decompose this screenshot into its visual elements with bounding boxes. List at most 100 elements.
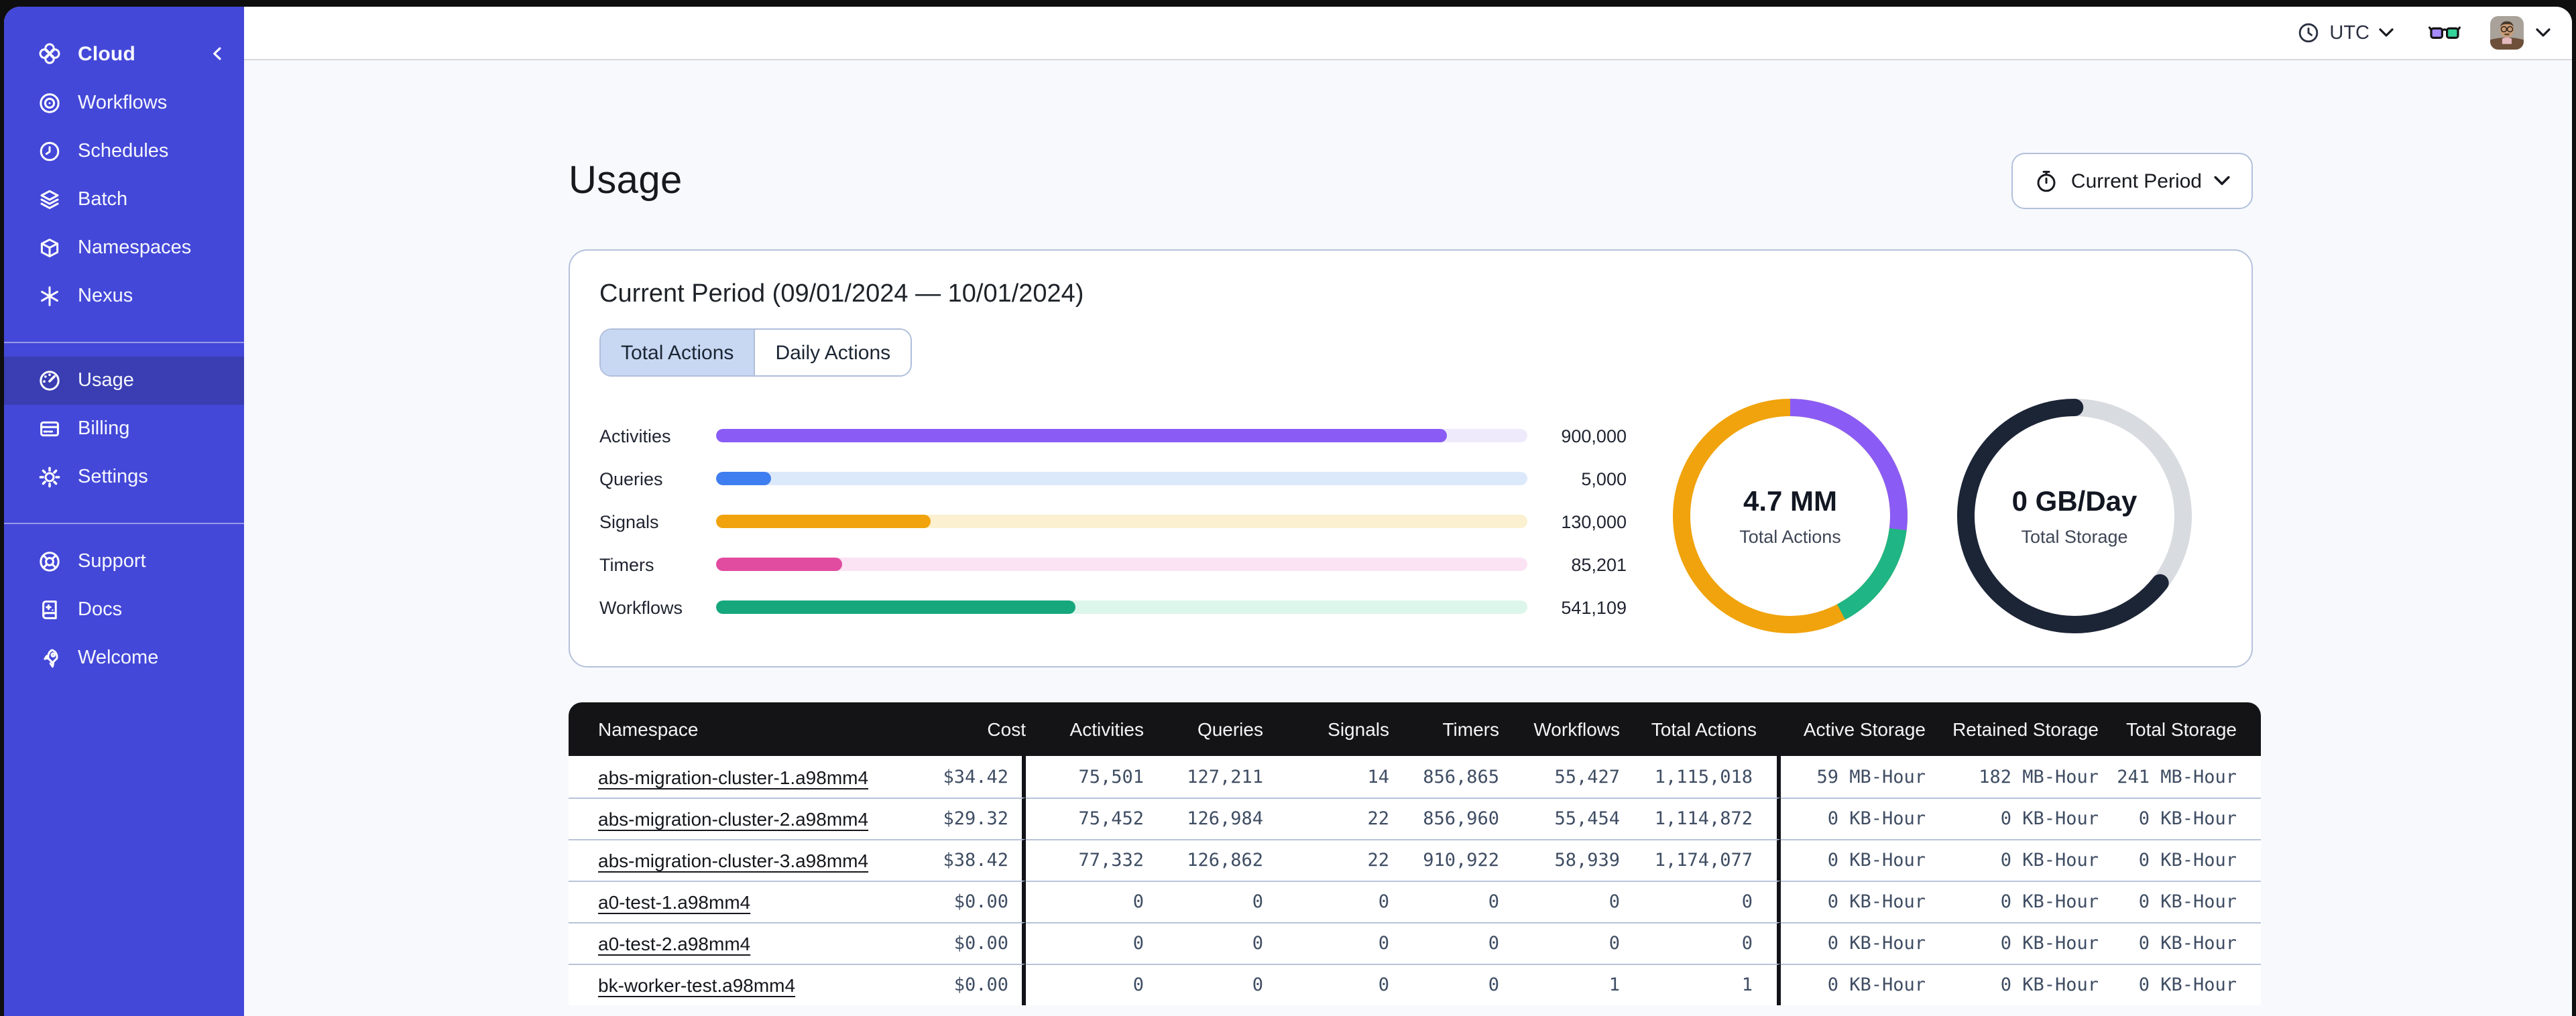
period-selector-button[interactable]: Current Period xyxy=(2011,153,2253,209)
chevron-down-icon xyxy=(2379,28,2394,38)
sidebar-item-label: Batch xyxy=(78,189,128,210)
collapse-sidebar-icon[interactable] xyxy=(207,43,228,64)
table-row: abs-migration-cluster-1.a98mm4 $34.42 75,5… xyxy=(569,756,2261,798)
cell-queries: 0 xyxy=(1144,922,1263,964)
tab-daily-actions[interactable]: Daily Actions xyxy=(754,330,911,375)
cell-activities: 0 xyxy=(1026,964,1144,1005)
sidebar-item-workflows[interactable]: Workflows xyxy=(4,79,244,127)
welcome-icon xyxy=(38,646,62,670)
cell-activities: 77,332 xyxy=(1026,839,1144,881)
cell-total_actions: 0 xyxy=(1620,922,1781,964)
cell-queries: 127,211 xyxy=(1144,756,1263,798)
col-header-activities: Activities xyxy=(1026,702,1144,756)
cell-namespace: a0-test-2.a98mm4 xyxy=(569,922,889,964)
page-title: Usage xyxy=(569,159,683,202)
cell-total_actions: 1,114,872 xyxy=(1620,798,1781,839)
bar-value: 5,000 xyxy=(1581,468,1627,489)
total-actions-donut: 4.7 MM Total Actions xyxy=(1672,398,1908,634)
cell-activities: 0 xyxy=(1026,881,1144,922)
sidebar-item-nexus[interactable]: Nexus xyxy=(4,272,244,320)
bar-fill xyxy=(716,558,842,571)
bar-label: Timers xyxy=(599,554,654,574)
cell-timers: 0 xyxy=(1389,881,1499,922)
bar-label: Queries xyxy=(599,468,663,489)
sidebar-item-schedules[interactable]: Schedules xyxy=(4,127,244,176)
bar-value: 900,000 xyxy=(1561,426,1627,446)
sidebar-divider xyxy=(4,342,244,343)
cell-retained_storage: 0 KB-Hour xyxy=(1926,798,2099,839)
sidebar-item-label: Support xyxy=(78,551,146,572)
bar-value: 130,000 xyxy=(1561,511,1627,531)
sidebar-item-label: Nexus xyxy=(78,285,133,307)
bar-row-queries: Queries 5,000 xyxy=(599,457,1627,500)
cell-workflows: 55,427 xyxy=(1499,756,1620,798)
summary-donuts: 4.7 MM Total Actions 0 GB/Day Total Stor… xyxy=(1672,398,2192,634)
usage-table: Namespace Cost Activities Queries Signals Tim… xyxy=(569,702,2261,1005)
sidebar-item-label: Workflows xyxy=(78,92,168,114)
page-header: Usage Current Period xyxy=(569,151,2253,210)
bar-track xyxy=(716,600,1527,614)
cell-total_actions: 0 xyxy=(1620,881,1781,922)
cell-queries: 126,984 xyxy=(1144,798,1263,839)
namespace-link[interactable]: bk-worker-test.a98mm4 xyxy=(598,974,795,996)
col-header-active_storage: Active Storage xyxy=(1781,702,1926,756)
schedules-icon xyxy=(38,139,62,164)
namespace-link[interactable]: a0-test-2.a98mm4 xyxy=(598,933,750,954)
cell-queries: 126,862 xyxy=(1144,839,1263,881)
sidebar-item-docs[interactable]: Docs xyxy=(4,586,244,634)
sidebar-nav: Workflows Schedules Batch Namespaces Nex… xyxy=(4,79,244,682)
bar-fill xyxy=(716,472,772,485)
timezone-selector[interactable]: UTC xyxy=(2297,21,2394,44)
sidebar-item-label: Namespaces xyxy=(78,237,192,259)
col-header-retained_storage: Retained Storage xyxy=(1926,702,2099,756)
sidebar-item-billing[interactable]: Billing xyxy=(4,405,244,453)
docs-icon xyxy=(38,598,62,622)
sidebar-item-settings[interactable]: Settings xyxy=(4,453,244,501)
sidebar-item-label: Schedules xyxy=(78,141,169,162)
bar-fill xyxy=(716,429,1446,442)
cell-retained_storage: 0 KB-Hour xyxy=(1926,839,2099,881)
cell-active_storage: 0 KB-Hour xyxy=(1781,922,1926,964)
cell-retained_storage: 182 MB-Hour xyxy=(1926,756,2099,798)
cell-cost: $0.00 xyxy=(889,964,1026,1005)
sidebar-item-support[interactable]: Support xyxy=(4,537,244,586)
cell-timers: 0 xyxy=(1389,964,1499,1005)
account-menu[interactable] xyxy=(2490,16,2551,50)
actions-tabs: Total Actions Daily Actions xyxy=(599,328,913,377)
namespace-link[interactable]: abs-migration-cluster-2.a98mm4 xyxy=(598,808,868,830)
col-header-total_actions: Total Actions xyxy=(1620,702,1781,756)
namespace-link[interactable]: a0-test-1.a98mm4 xyxy=(598,891,750,913)
sidebar-item-batch[interactable]: Batch xyxy=(4,176,244,224)
table-row: abs-migration-cluster-3.a98mm4 $38.42 77,3… xyxy=(569,839,2261,881)
bar-track xyxy=(716,472,1527,485)
namespace-link[interactable]: abs-migration-cluster-3.a98mm4 xyxy=(598,850,868,871)
sidebar-item-namespaces[interactable]: Namespaces xyxy=(4,224,244,272)
bar-value: 85,201 xyxy=(1571,554,1627,574)
tab-total-actions[interactable]: Total Actions xyxy=(601,330,754,375)
cell-active_storage: 59 MB-Hour xyxy=(1781,756,1926,798)
col-header-queries: Queries xyxy=(1144,702,1263,756)
cell-timers: 856,865 xyxy=(1389,756,1499,798)
bar-row-timers: Timers 85,201 xyxy=(599,543,1627,586)
donut-label: Total Actions xyxy=(1739,526,1841,546)
col-header-namespace: Namespace xyxy=(569,702,889,756)
cell-signals: 0 xyxy=(1263,922,1389,964)
cell-namespace: abs-migration-cluster-1.a98mm4 xyxy=(569,756,889,798)
sidebar-item-usage[interactable]: Usage xyxy=(4,357,244,405)
bar-row-workflows: Workflows 541,109 xyxy=(599,586,1627,629)
cell-workflows: 58,939 xyxy=(1499,839,1620,881)
cell-signals: 22 xyxy=(1263,839,1389,881)
cell-total_actions: 1 xyxy=(1620,964,1781,1005)
support-icon xyxy=(38,550,62,574)
topbar: UTC xyxy=(244,7,2572,60)
cell-timers: 0 xyxy=(1389,922,1499,964)
table-header: Namespace Cost Activities Queries Signals Tim… xyxy=(569,702,2261,756)
cell-total_storage: 0 KB-Hour xyxy=(2099,798,2261,839)
col-header-cost: Cost xyxy=(889,702,1026,756)
total-storage-donut: 0 GB/Day Total Storage xyxy=(1956,398,2192,634)
sidebar-item-welcome[interactable]: Welcome xyxy=(4,634,244,682)
cell-workflows: 55,454 xyxy=(1499,798,1620,839)
labs-glasses-button[interactable] xyxy=(2428,23,2461,42)
namespace-link[interactable]: abs-migration-cluster-1.a98mm4 xyxy=(598,766,868,787)
cell-total_actions: 1,174,077 xyxy=(1620,839,1781,881)
